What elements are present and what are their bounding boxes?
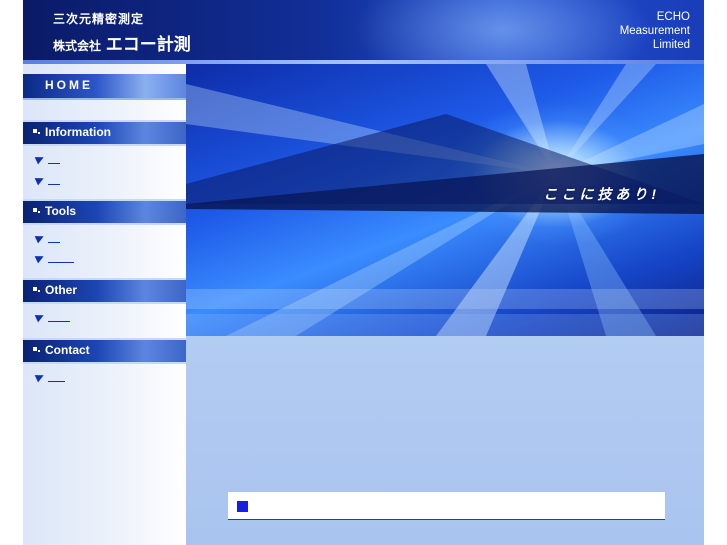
section-bullet-icon (33, 129, 40, 134)
brand-logo: ECHO Measurement Limited (620, 10, 690, 52)
arrow-bullet-icon (34, 232, 46, 244)
company-logo-text[interactable]: 株式会社 エコー計測 (53, 30, 191, 55)
section-header-tools: Tools (23, 199, 186, 225)
section-bullet-icon (33, 208, 40, 213)
hero-tagline: ここに技あり! (543, 186, 660, 202)
brand-line-1: ECHO (656, 11, 690, 23)
link-underline (48, 162, 60, 164)
arrow-bullet-icon (34, 174, 46, 186)
header-shine (353, 0, 653, 64)
section-label-tools: Tools (45, 204, 77, 218)
contact-link-1[interactable] (34, 370, 65, 384)
link-underline (48, 261, 74, 263)
company-prefix: 株式会社 (53, 39, 102, 53)
section-header-other: Other (23, 278, 186, 304)
home-button[interactable]: HOME (23, 74, 186, 100)
section-header-contact: Contact (23, 338, 186, 364)
company-name: エコー計測 (105, 35, 191, 54)
brand-line-3: Limited (652, 39, 690, 51)
link-underline (48, 320, 70, 322)
section-header-information: Information (23, 120, 186, 146)
section-bullet-icon (33, 287, 40, 292)
content-heading-box (228, 492, 665, 520)
section-label-contact: Contact (45, 343, 90, 357)
sidebar-nav: HOME Information Tools Other Contact (23, 64, 186, 545)
link-underline (48, 183, 60, 185)
link-underline (48, 241, 60, 243)
arrow-bullet-icon (34, 371, 46, 383)
section-label-other: Other (45, 283, 78, 297)
header-tagline: 三次元精密測定 (53, 12, 145, 26)
section-label-information: Information (45, 125, 111, 139)
information-link-2[interactable] (34, 173, 60, 187)
square-bullet-icon (237, 501, 248, 512)
other-link-1[interactable] (34, 310, 70, 324)
tools-link-2[interactable] (34, 251, 74, 265)
hero-banner: ここに技あり! (186, 64, 704, 336)
site-header: 三次元精密測定 株式会社 エコー計測 ECHO Measurement Limi… (23, 0, 704, 64)
arrow-bullet-icon (34, 311, 46, 323)
brand-line-2: Measurement (619, 25, 690, 37)
information-link-1[interactable] (34, 152, 60, 166)
arrow-bullet-icon (34, 153, 46, 165)
section-bullet-icon (33, 347, 40, 352)
tools-link-1[interactable] (34, 231, 60, 245)
arrow-bullet-icon (34, 252, 46, 264)
home-label: HOME (45, 78, 93, 92)
link-underline (48, 380, 65, 382)
